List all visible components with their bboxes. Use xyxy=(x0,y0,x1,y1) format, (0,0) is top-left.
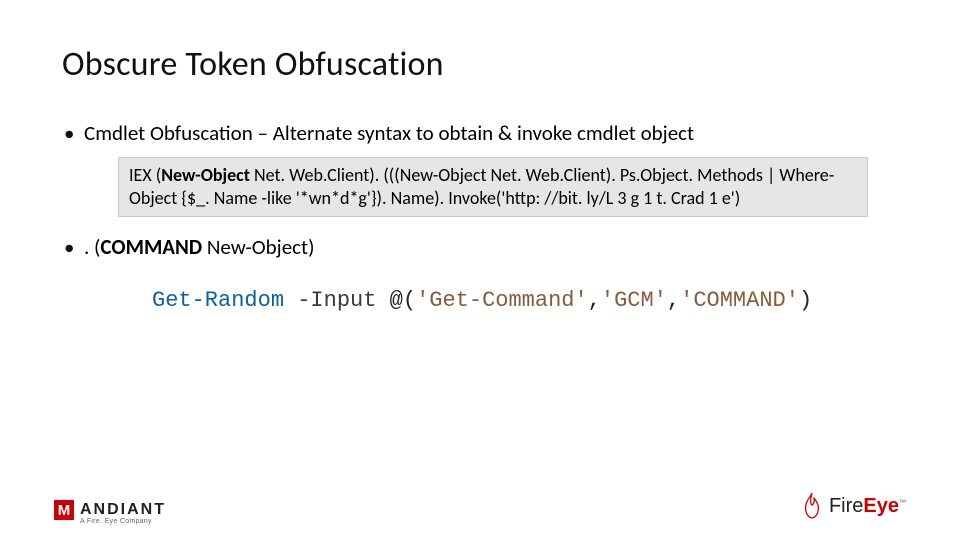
bullet-2-bold: COMMAND xyxy=(100,234,202,260)
ps-lparen: ( xyxy=(403,288,416,313)
ps-cmdlet: Get-Random xyxy=(152,288,284,313)
bullet-list-2: . (COMMAND New-Object) xyxy=(62,233,898,261)
ps-comma-1: , xyxy=(588,288,601,313)
ps-rparen: ) xyxy=(799,288,812,313)
fireeye-fire: Fire xyxy=(829,495,863,517)
footer: M ANDIANT A Fire. Eye Company FireEye™ xyxy=(0,488,960,524)
bullet-list: Cmdlet Obfuscation – Alternate syntax to… xyxy=(62,119,898,147)
mandiant-logo: M ANDIANT A Fire. Eye Company xyxy=(54,500,166,520)
ps-param: -Input xyxy=(297,288,376,313)
bullet-1: Cmdlet Obfuscation – Alternate syntax to… xyxy=(62,119,898,147)
fireeye-eye: Eye xyxy=(863,495,899,517)
bullet-2-rest: New-Object) xyxy=(202,234,314,260)
ps-comma-2: , xyxy=(667,288,680,313)
bullet-1-rest: Alternate syntax to obtain & invoke cmdl… xyxy=(273,120,694,146)
bullet-2-prefix: . ( xyxy=(84,234,100,260)
bullet-2: . (COMMAND New-Object) xyxy=(62,233,898,261)
slide-title: Obscure Token Obfuscation xyxy=(62,44,898,85)
ps-splat-at: @ xyxy=(390,288,403,313)
ps-str-2: 'GCM' xyxy=(601,288,667,313)
code-bold: New-Object xyxy=(161,164,250,186)
fireeye-tm: ™ xyxy=(899,499,906,506)
flame-icon xyxy=(801,492,823,520)
ps-str-3: 'COMMAND' xyxy=(680,288,799,313)
bullet-1-dash: – xyxy=(258,120,273,146)
ps-str-1: 'Get-Command' xyxy=(416,288,588,313)
code-pre: IEX ( xyxy=(129,164,161,186)
mandiant-sub: A Fire. Eye Company xyxy=(80,518,152,525)
powershell-line: Get-Random -Input @('Get-Command','GCM',… xyxy=(152,288,898,313)
fireeye-text: FireEye™ xyxy=(829,495,906,518)
code-box: IEX (New-Object Net. Web.Client). (((New… xyxy=(118,157,868,217)
bullet-1-prefix: Cmdlet Obfuscation xyxy=(84,120,258,146)
fireeye-logo: FireEye™ xyxy=(801,492,906,520)
mandiant-glyph: M xyxy=(54,500,74,520)
mandiant-name: ANDIANT xyxy=(80,501,166,519)
